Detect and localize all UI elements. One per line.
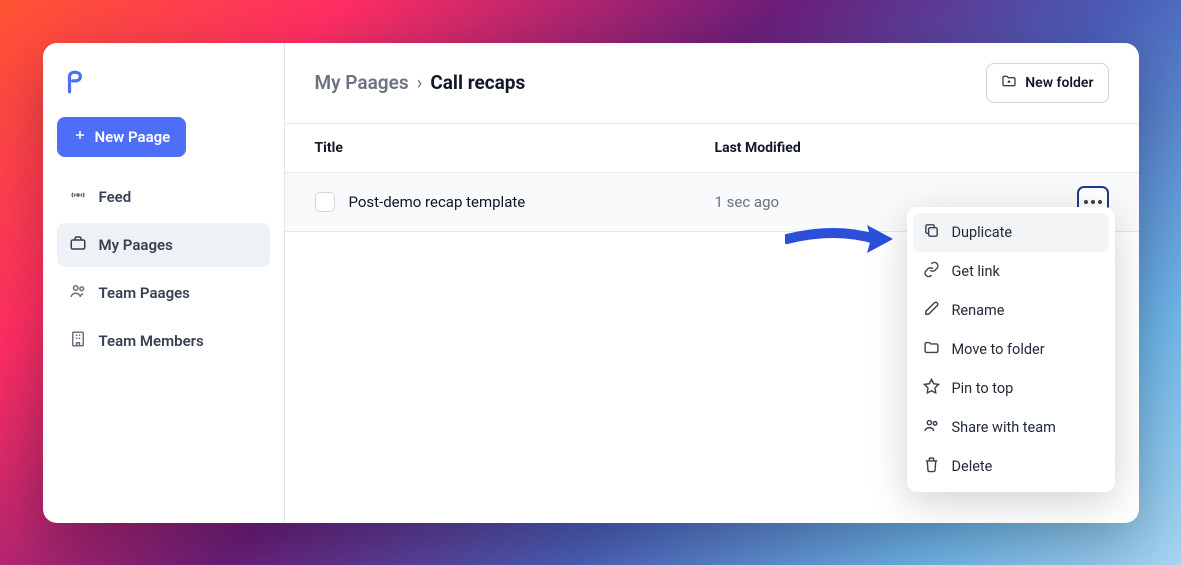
annotation-arrow: [785, 217, 895, 265]
menu-item-label: Delete: [952, 458, 993, 475]
folder-plus-icon: [1001, 73, 1017, 93]
sidebar-item-label: Team Members: [99, 332, 204, 350]
sidebar: New Paage Feed My Paages Team Paages Tea…: [43, 43, 285, 523]
menu-item-label: Share with team: [952, 419, 1056, 436]
menu-item-pin[interactable]: Pin to top: [913, 369, 1109, 408]
ellipsis-icon: [1084, 200, 1102, 204]
sidebar-item-team-members[interactable]: Team Members: [57, 319, 270, 363]
new-folder-button[interactable]: New folder: [986, 63, 1108, 103]
menu-item-label: Pin to top: [952, 380, 1014, 397]
folder-icon: [923, 339, 940, 360]
sidebar-item-team-paages[interactable]: Team Paages: [57, 271, 270, 315]
menu-item-delete[interactable]: Delete: [913, 447, 1109, 486]
copy-icon: [923, 222, 940, 243]
sidebar-item-label: Feed: [99, 188, 132, 206]
menu-item-label: Move to folder: [952, 341, 1045, 358]
menu-item-label: Rename: [952, 302, 1005, 319]
new-folder-label: New folder: [1025, 75, 1093, 91]
table-header: Title Last Modified: [285, 124, 1139, 172]
column-header-modified[interactable]: Last Modified: [715, 140, 1109, 156]
star-icon: [923, 378, 940, 399]
row-title: Post-demo recap template: [349, 193, 715, 211]
app-window: New Paage Feed My Paages Team Paages Tea…: [43, 43, 1139, 523]
menu-item-rename[interactable]: Rename: [913, 291, 1109, 330]
plus-icon: [73, 128, 87, 146]
team-icon: [69, 282, 87, 304]
chevron-right-icon: ›: [417, 71, 423, 94]
sidebar-item-my-paages[interactable]: My Paages: [57, 223, 270, 267]
menu-item-duplicate[interactable]: Duplicate: [913, 213, 1109, 252]
app-logo: [57, 59, 270, 117]
sidebar-item-feed[interactable]: Feed: [57, 175, 270, 219]
row-checkbox[interactable]: [315, 192, 335, 212]
breadcrumb-current: Call recaps: [430, 71, 525, 94]
broadcast-icon: [69, 186, 87, 208]
menu-item-share[interactable]: Share with team: [913, 408, 1109, 447]
new-paage-label: New Paage: [95, 128, 171, 146]
menu-item-label: Duplicate: [952, 224, 1013, 241]
menu-item-move[interactable]: Move to folder: [913, 330, 1109, 369]
new-paage-button[interactable]: New Paage: [57, 117, 187, 157]
sidebar-item-label: My Paages: [99, 236, 173, 254]
trash-icon: [923, 456, 940, 477]
link-icon: [923, 261, 940, 282]
briefcase-icon: [69, 234, 87, 256]
topbar: My Paages › Call recaps New folder: [285, 43, 1139, 124]
building-icon: [69, 330, 87, 352]
menu-item-get-link[interactable]: Get link: [913, 252, 1109, 291]
sidebar-item-label: Team Paages: [99, 284, 190, 302]
breadcrumb: My Paages › Call recaps: [315, 71, 526, 94]
breadcrumb-parent[interactable]: My Paages: [315, 71, 409, 94]
main-content: My Paages › Call recaps New folder Title…: [285, 43, 1139, 523]
row-context-menu: Duplicate Get link Rename Move to folder…: [907, 207, 1115, 492]
column-header-title[interactable]: Title: [315, 140, 715, 156]
pencil-icon: [923, 300, 940, 321]
menu-item-label: Get link: [952, 263, 1000, 280]
users-icon: [923, 417, 940, 438]
